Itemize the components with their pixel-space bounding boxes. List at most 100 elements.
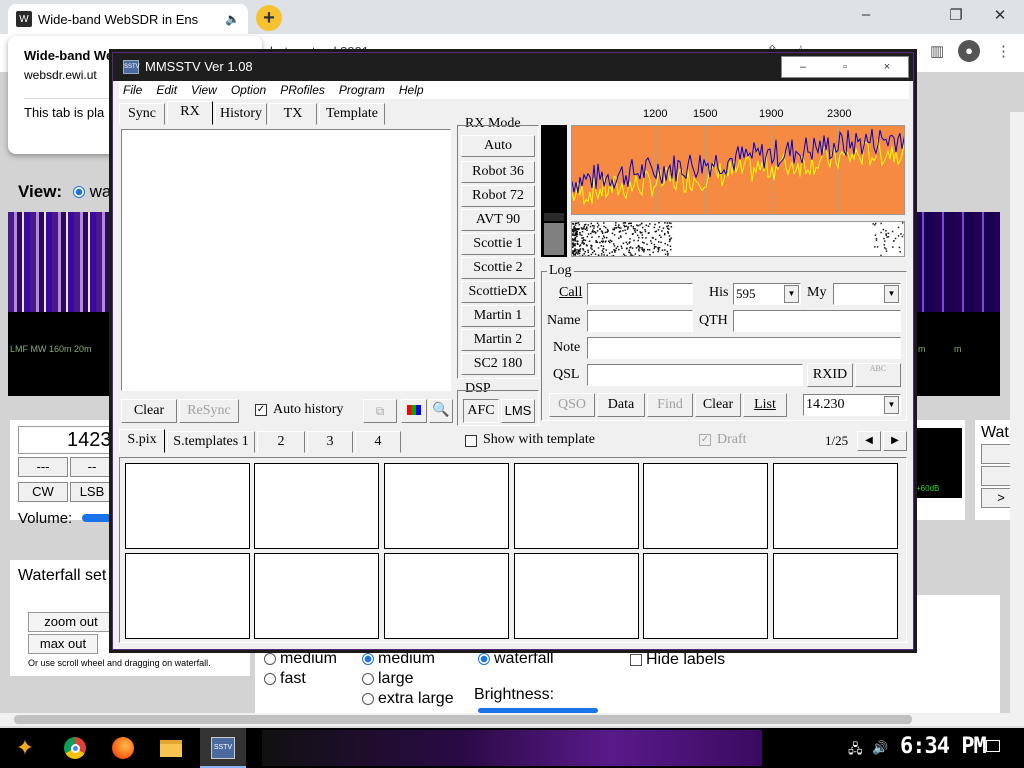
size-extra-large-option[interactable]: extra large <box>362 690 454 708</box>
speed-fast-option[interactable]: fast <box>264 670 306 688</box>
size-large-option[interactable]: large <box>362 670 414 688</box>
close-browser-icon[interactable]: ✕ <box>990 6 1010 26</box>
mode-martin2-button[interactable]: Martin 2 <box>461 329 535 351</box>
taskbar-clock[interactable]: 6:34 PM <box>900 734 987 759</box>
websdr-waterfall-left[interactable] <box>8 212 120 312</box>
chrome-icon[interactable] <box>60 733 90 763</box>
next-page-icon[interactable]: ▶ <box>883 431 907 451</box>
picture-slot[interactable] <box>643 553 768 639</box>
tab-tx[interactable]: TX <box>269 103 317 125</box>
mode-scottie2-button[interactable]: Scottie 2 <box>461 257 535 279</box>
menu-file[interactable]: File <box>123 81 142 99</box>
tab-stemplates-2[interactable]: 2 <box>257 431 305 453</box>
picture-slot[interactable] <box>125 463 250 549</box>
new-tab-plus-icon[interactable]: + <box>256 5 282 31</box>
step-down-large-button[interactable]: --- <box>18 457 68 477</box>
name-input[interactable] <box>587 310 693 332</box>
menu-program[interactable]: Program <box>339 81 385 99</box>
step-down-small-button[interactable]: -- <box>70 457 114 477</box>
sidebar-icon[interactable]: ▥ <box>930 42 944 60</box>
zoom-out-button[interactable]: zoom out <box>28 612 114 632</box>
show-with-template-checkbox[interactable] <box>465 435 477 447</box>
mode-auto-button[interactable]: Auto <box>461 135 535 157</box>
max-out-button[interactable]: max out <box>28 634 98 654</box>
hide-labels-checkbox[interactable]: Hide labels <box>630 651 725 669</box>
tab-rx[interactable]: RX <box>167 101 213 125</box>
picture-slot[interactable] <box>514 463 639 549</box>
menu-option[interactable]: Option <box>231 81 266 99</box>
data-button[interactable]: Data <box>597 393 645 417</box>
browser-menu-icon[interactable]: ⋮ <box>996 42 1011 60</box>
draft-checkbox[interactable]: ✓ <box>699 434 711 446</box>
rx-clear-button[interactable]: Clear <box>121 399 177 423</box>
size-medium-option[interactable]: medium <box>362 650 435 668</box>
chevron-down-icon[interactable]: ▼ <box>884 396 899 414</box>
picture-slot[interactable] <box>125 553 250 639</box>
audio-spectrum[interactable] <box>571 125 905 215</box>
lsb-mode-button[interactable]: LSB <box>70 482 114 502</box>
mmsstv-waterfall[interactable] <box>571 221 905 257</box>
log-clear-button[interactable]: Clear <box>695 393 741 417</box>
websdr-waterfall-right[interactable] <box>914 212 1000 312</box>
frequency-scale-right[interactable]: m m <box>914 312 1000 396</box>
picture-slot[interactable] <box>643 463 768 549</box>
rxid-button[interactable]: RXID <box>807 363 853 387</box>
menu-view[interactable]: View <box>191 81 217 99</box>
note-input[interactable] <box>587 337 901 359</box>
find-button[interactable]: Find <box>647 393 693 417</box>
tab-stemplates-4[interactable]: 4 <box>355 431 401 453</box>
volume-icon[interactable]: 🔊 <box>872 740 888 756</box>
mmsstv-taskbar-icon[interactable]: SSTV <box>208 733 238 763</box>
speed-medium-option[interactable]: medium <box>264 650 337 668</box>
picture-slot[interactable] <box>514 553 639 639</box>
tab-stemplates-1[interactable]: S.templates 1 <box>167 431 255 453</box>
notification-icon[interactable] <box>986 740 1000 752</box>
tab-sync[interactable]: Sync <box>119 103 165 125</box>
picture-slot[interactable] <box>773 463 898 549</box>
copy-image-icon[interactable]: ⧉ <box>363 399 397 423</box>
minimize-browser-icon[interactable]: – <box>856 6 876 26</box>
horizontal-scroll-thumb[interactable] <box>14 715 912 724</box>
mmsstv-maximize-icon[interactable]: ▫ <box>824 57 866 77</box>
call-input[interactable] <box>587 283 693 305</box>
picture-slot[interactable] <box>254 463 379 549</box>
cw-mode-button[interactable]: CW <box>18 482 68 502</box>
mode-robot36-button[interactable]: Robot 36 <box>461 161 535 183</box>
chevron-down-icon[interactable]: ▼ <box>884 285 899 303</box>
auto-history-checkbox[interactable]: ✓ <box>255 404 267 416</box>
qsl-input[interactable] <box>587 364 803 386</box>
band-select[interactable]: 14.230 ▼ <box>803 394 901 416</box>
picture-slot[interactable] <box>384 553 509 639</box>
mode-sc2180-button[interactable]: SC2 180 <box>461 353 535 375</box>
mmsstv-minimize-icon[interactable]: – <box>782 57 824 77</box>
tab-spix[interactable]: S.pix <box>119 429 165 453</box>
abc-button[interactable]: ABC <box>855 363 901 387</box>
mmsstv-close-icon[interactable]: × <box>866 57 908 77</box>
picture-slot[interactable] <box>254 553 379 639</box>
afc-toggle[interactable]: AFC <box>463 399 499 423</box>
picture-slot[interactable] <box>384 463 509 549</box>
speaker-icon[interactable]: 🔈 <box>225 12 240 26</box>
menu-edit[interactable]: Edit <box>156 81 177 99</box>
my-rst-select[interactable]: ▼ <box>833 283 901 305</box>
zoom-magnifier-icon[interactable]: 🔍 <box>429 399 453 423</box>
lms-toggle[interactable]: LMS <box>501 399 535 423</box>
mode-martin1-button[interactable]: Martin 1 <box>461 305 535 327</box>
resync-button[interactable]: ReSync <box>179 399 239 423</box>
his-rst-select[interactable]: 595 ▼ <box>733 283 801 305</box>
firefox-icon[interactable] <box>108 733 138 763</box>
browser-tab[interactable]: W Wide-band WebSDR in Ens 🔈 <box>8 4 248 34</box>
rx-picture-area[interactable] <box>121 129 451 391</box>
menu-profiles[interactable]: PRofiles <box>280 81 325 99</box>
tab-stemplates-3[interactable]: 3 <box>307 431 353 453</box>
file-explorer-icon[interactable] <box>156 733 186 763</box>
view-radio[interactable] <box>72 186 85 198</box>
chevron-down-icon[interactable]: ▼ <box>784 285 799 303</box>
list-button[interactable]: List <box>743 393 787 417</box>
start-menu-icon[interactable]: ✦ <box>10 733 40 763</box>
page-vertical-scrollbar[interactable] <box>1010 112 1024 726</box>
profile-avatar-icon[interactable]: ● <box>958 40 980 62</box>
view-waterfall-option[interactable]: waterfall <box>478 650 554 668</box>
mode-robot72-button[interactable]: Robot 72 <box>461 185 535 207</box>
picture-slot[interactable] <box>773 553 898 639</box>
